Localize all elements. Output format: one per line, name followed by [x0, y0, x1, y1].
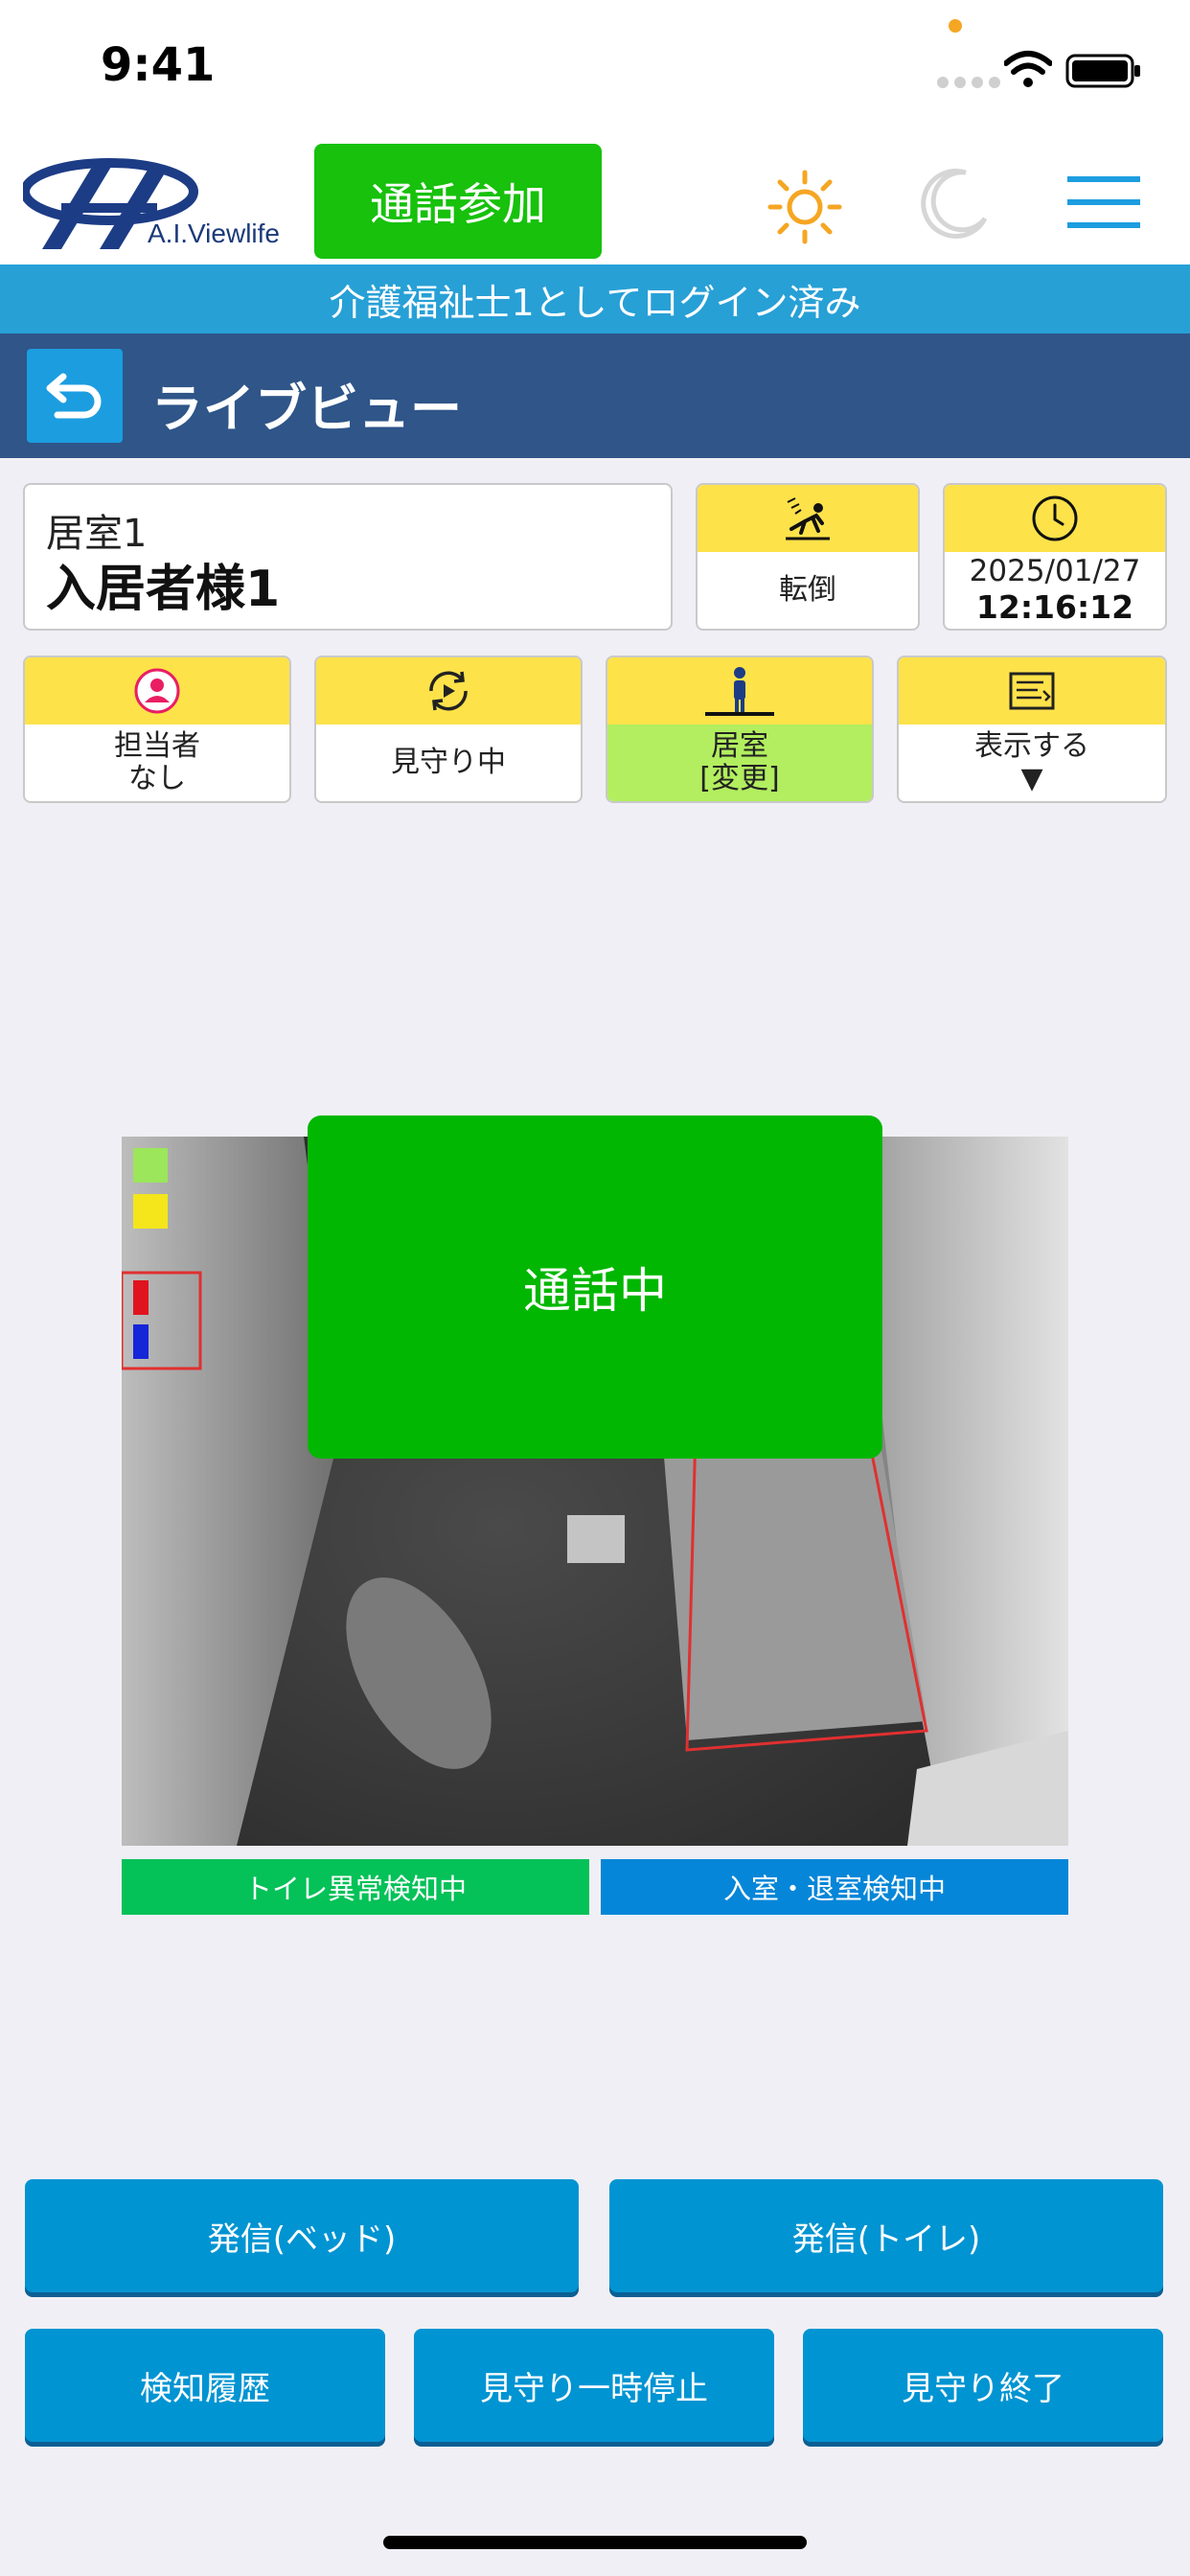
back-arrow-icon [46, 373, 102, 419]
signal-icon [937, 77, 1000, 88]
location-tile[interactable]: 居室 [変更] [606, 656, 874, 803]
back-button[interactable] [27, 349, 123, 443]
person-badge-icon [134, 668, 180, 714]
location-label: 居室 [711, 728, 768, 763]
fall-icon [786, 497, 830, 540]
end-monitoring-button[interactable]: 見守り終了 [803, 2329, 1163, 2442]
indicator-red [133, 1280, 149, 1315]
call-bed-button[interactable]: 発信(ベッド) [25, 2179, 579, 2292]
fall-status-tile[interactable]: 転倒 [696, 483, 920, 631]
display-toggle-label: 表示する [974, 728, 1089, 763]
in-call-overlay: 通話中 [308, 1116, 882, 1459]
entry-exit-detection-status: 入室・退室検知中 [601, 1859, 1068, 1915]
assignee-value: なし [128, 762, 186, 795]
status-time: 9:41 [101, 38, 216, 92]
detection-history-button[interactable]: 検知履歴 [25, 2329, 385, 2442]
call-toilet-button[interactable]: 発信(トイレ) [609, 2179, 1163, 2292]
assignee-label: 担当者 [114, 728, 200, 763]
join-call-button[interactable]: 通話参加 [314, 144, 602, 259]
toilet-detection-status: トイレ異常検知中 [122, 1859, 589, 1915]
time-text: 12:16:12 [975, 587, 1134, 626]
indicator-blue [133, 1324, 149, 1359]
home-indicator [383, 2536, 807, 2549]
standing-person-icon [705, 667, 774, 716]
sun-icon[interactable] [767, 169, 843, 245]
logo-text: A.I.Viewlife [148, 218, 280, 248]
refresh-play-icon [429, 671, 468, 711]
monitoring-status-label: 見守り中 [391, 745, 506, 779]
monitoring-status-tile[interactable]: 見守り中 [314, 656, 583, 803]
pause-monitoring-button[interactable]: 見守り一時停止 [414, 2329, 774, 2442]
chevron-down-icon: ▼ [1020, 762, 1043, 795]
resident-name: 入居者様1 [46, 561, 281, 618]
datetime-tile: 2025/01/27 12:16:12 [943, 483, 1167, 631]
login-status-banner: 介護福祉士1としてログイン済み [0, 264, 1190, 334]
battery-icon [1065, 54, 1140, 88]
indicator-yellow [133, 1194, 168, 1229]
list-icon [1009, 672, 1055, 710]
clock-icon [1032, 495, 1078, 541]
display-toggle-tile[interactable]: 表示する ▼ [897, 656, 1167, 803]
wifi-icon [1004, 51, 1052, 87]
indicator-green [133, 1148, 168, 1183]
fall-label: 転倒 [779, 572, 836, 607]
menu-icon[interactable] [1067, 174, 1140, 230]
privacy-indicator-dot [949, 19, 962, 33]
page-title: ライブビュー [151, 379, 462, 439]
date-text: 2025/01/27 [969, 554, 1141, 589]
resident-card: 居室1 入居者様1 [23, 483, 673, 631]
location-change-link[interactable]: [変更] [699, 762, 779, 796]
moon-icon[interactable] [916, 165, 993, 242]
assignee-tile[interactable]: 担当者 なし [23, 656, 291, 803]
